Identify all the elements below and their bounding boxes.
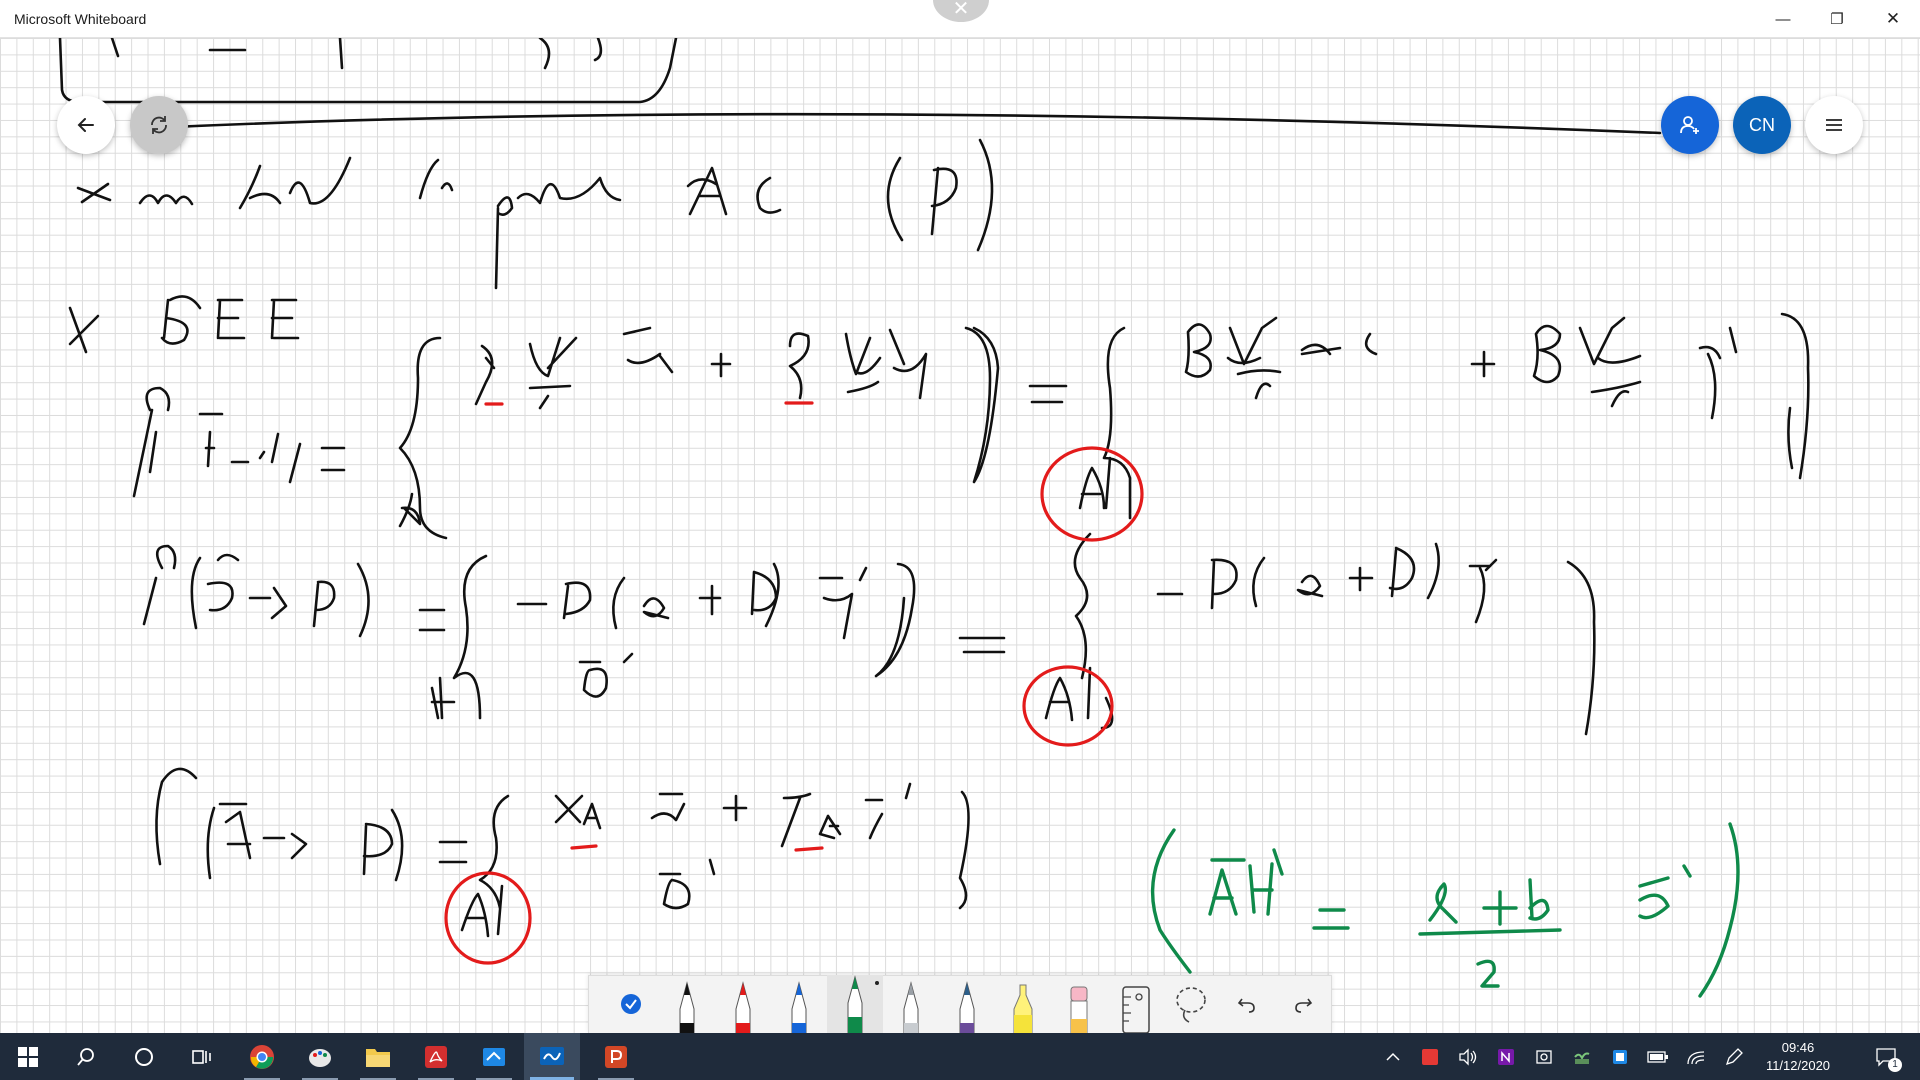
speaker-icon: [1459, 1047, 1477, 1066]
undo-button[interactable]: [1219, 975, 1275, 1033]
checkmark-circle-icon: [621, 994, 641, 1014]
file-explorer-app[interactable]: [350, 1033, 406, 1080]
wifi-button[interactable]: [1682, 1033, 1710, 1080]
tray-app-icon-glyph: [1422, 1048, 1438, 1065]
tray-app-icon[interactable]: [1416, 1033, 1444, 1080]
paint-app[interactable]: [292, 1033, 348, 1080]
show-hidden-icons-button[interactable]: [1380, 1033, 1406, 1080]
eraser-icon: [1070, 986, 1088, 1033]
highlighter-tool[interactable]: [995, 975, 1051, 1033]
settings-menu-button[interactable]: [1805, 96, 1863, 154]
red-ink-strokes: [444, 401, 1144, 965]
whiteboard-icon: [540, 1046, 564, 1065]
green-pen-icon: [847, 975, 863, 1033]
shield-check-icon: [1574, 1052, 1590, 1064]
system-clock[interactable]: 09:46 11/12/2020: [1754, 1039, 1842, 1075]
search-icon: [77, 1047, 94, 1066]
highlighter-icon: [1013, 984, 1033, 1033]
close-button[interactable]: ✕: [1870, 0, 1916, 38]
select-tool[interactable]: [603, 975, 659, 1033]
windows-taskbar: 09:46 11/12/2020 1: [0, 1033, 1920, 1080]
ink-layer: [58, 38, 1810, 998]
lasso-icon: [1176, 987, 1206, 1023]
red-pen-tool[interactable]: [715, 975, 771, 1033]
lasso-tool[interactable]: [1163, 975, 1219, 1033]
whiteboard-app[interactable]: [466, 1033, 522, 1080]
clock-time: 09:46: [1781, 1040, 1815, 1055]
invite-button[interactable]: [1661, 96, 1719, 154]
close-session-icon[interactable]: ✕: [933, 0, 989, 22]
back-button[interactable]: [57, 96, 115, 154]
blue-pen-tool[interactable]: [771, 975, 827, 1033]
whiteboard-app-icon: [483, 1047, 505, 1066]
ruler-icon: [1122, 986, 1150, 1033]
sync-icon: [151, 116, 167, 134]
chrome-icon: [250, 1044, 274, 1069]
screen-capture-icon: [1536, 1049, 1552, 1064]
green-pen-tool[interactable]: [827, 975, 883, 1033]
pen-options-dot: [875, 981, 879, 985]
search-button[interactable]: [58, 1033, 114, 1080]
black-pen-tool[interactable]: [659, 975, 715, 1033]
display-icon: [1613, 1049, 1627, 1064]
onenote-icon: [1498, 1048, 1514, 1065]
chrome-app[interactable]: [234, 1033, 290, 1080]
task-view-icon: [192, 1049, 211, 1064]
acrobat-app[interactable]: [408, 1033, 464, 1080]
minimize-button[interactable]: —: [1760, 0, 1806, 38]
restore-button[interactable]: ❐: [1814, 0, 1860, 38]
whiteboard-active-app[interactable]: [524, 1033, 580, 1080]
clock-date: 11/12/2020: [1765, 1058, 1831, 1073]
chevron-up-icon: [1386, 1052, 1400, 1061]
add-person-icon: [1680, 116, 1699, 134]
user-avatar[interactable]: CN: [1733, 96, 1791, 154]
paint-palette-icon: [309, 1048, 331, 1067]
wifi-icon: [1687, 1050, 1705, 1064]
cortana-button[interactable]: [116, 1033, 172, 1080]
avatar-initials: CN: [1749, 114, 1775, 135]
battery-button[interactable]: [1644, 1033, 1672, 1080]
onenote-tray-button[interactable]: [1492, 1033, 1520, 1080]
display-tray-button[interactable]: [1606, 1033, 1634, 1080]
window-title: Microsoft Whiteboard: [14, 11, 147, 27]
windows-logo-icon: [18, 1046, 38, 1067]
volume-button[interactable]: [1454, 1033, 1482, 1080]
action-center-button[interactable]: 1: [1868, 1033, 1904, 1080]
pen-toolbar: [588, 975, 1332, 1033]
ruler-tool[interactable]: [1107, 975, 1163, 1033]
start-button[interactable]: [0, 1033, 56, 1080]
screen-capture-tray-button[interactable]: [1530, 1033, 1558, 1080]
undo-icon: [1237, 998, 1255, 1013]
arrow-left-icon: [77, 118, 94, 132]
whiteboard-canvas[interactable]: [0, 38, 1920, 1033]
title-bar: Microsoft Whiteboard ✕ — ❐ ✕: [0, 0, 1920, 38]
battery-icon: [1647, 1050, 1668, 1063]
galaxy-pen-tool[interactable]: [939, 975, 995, 1033]
hamburger-menu-icon: [1826, 119, 1842, 131]
task-view-button[interactable]: [174, 1033, 230, 1080]
black-ink-strokes: [58, 38, 1810, 938]
redo-button[interactable]: [1275, 975, 1331, 1033]
black-pen-icon: [679, 981, 695, 1033]
red-pen-icon: [735, 981, 751, 1033]
redo-icon: [1295, 998, 1313, 1013]
cortana-icon: [135, 1047, 153, 1066]
galaxy-pen-icon: [959, 981, 975, 1033]
pen-icon: [1725, 1047, 1743, 1065]
pen-workspace-button[interactable]: [1720, 1033, 1748, 1080]
eraser-tool[interactable]: [1051, 975, 1107, 1033]
folder-icon: [366, 1048, 390, 1067]
pdf-icon: [425, 1045, 447, 1068]
notification-badge: 1: [1888, 1058, 1902, 1072]
blue-pen-icon: [791, 981, 807, 1033]
security-tray-button[interactable]: [1568, 1033, 1596, 1080]
silver-pen-icon: [903, 981, 919, 1033]
green-ink-strokes: [1150, 822, 1740, 998]
sync-status-button[interactable]: [130, 96, 188, 154]
silver-pen-tool[interactable]: [883, 975, 939, 1033]
powerpoint-app[interactable]: [588, 1033, 644, 1080]
powerpoint-icon: [605, 1045, 627, 1068]
